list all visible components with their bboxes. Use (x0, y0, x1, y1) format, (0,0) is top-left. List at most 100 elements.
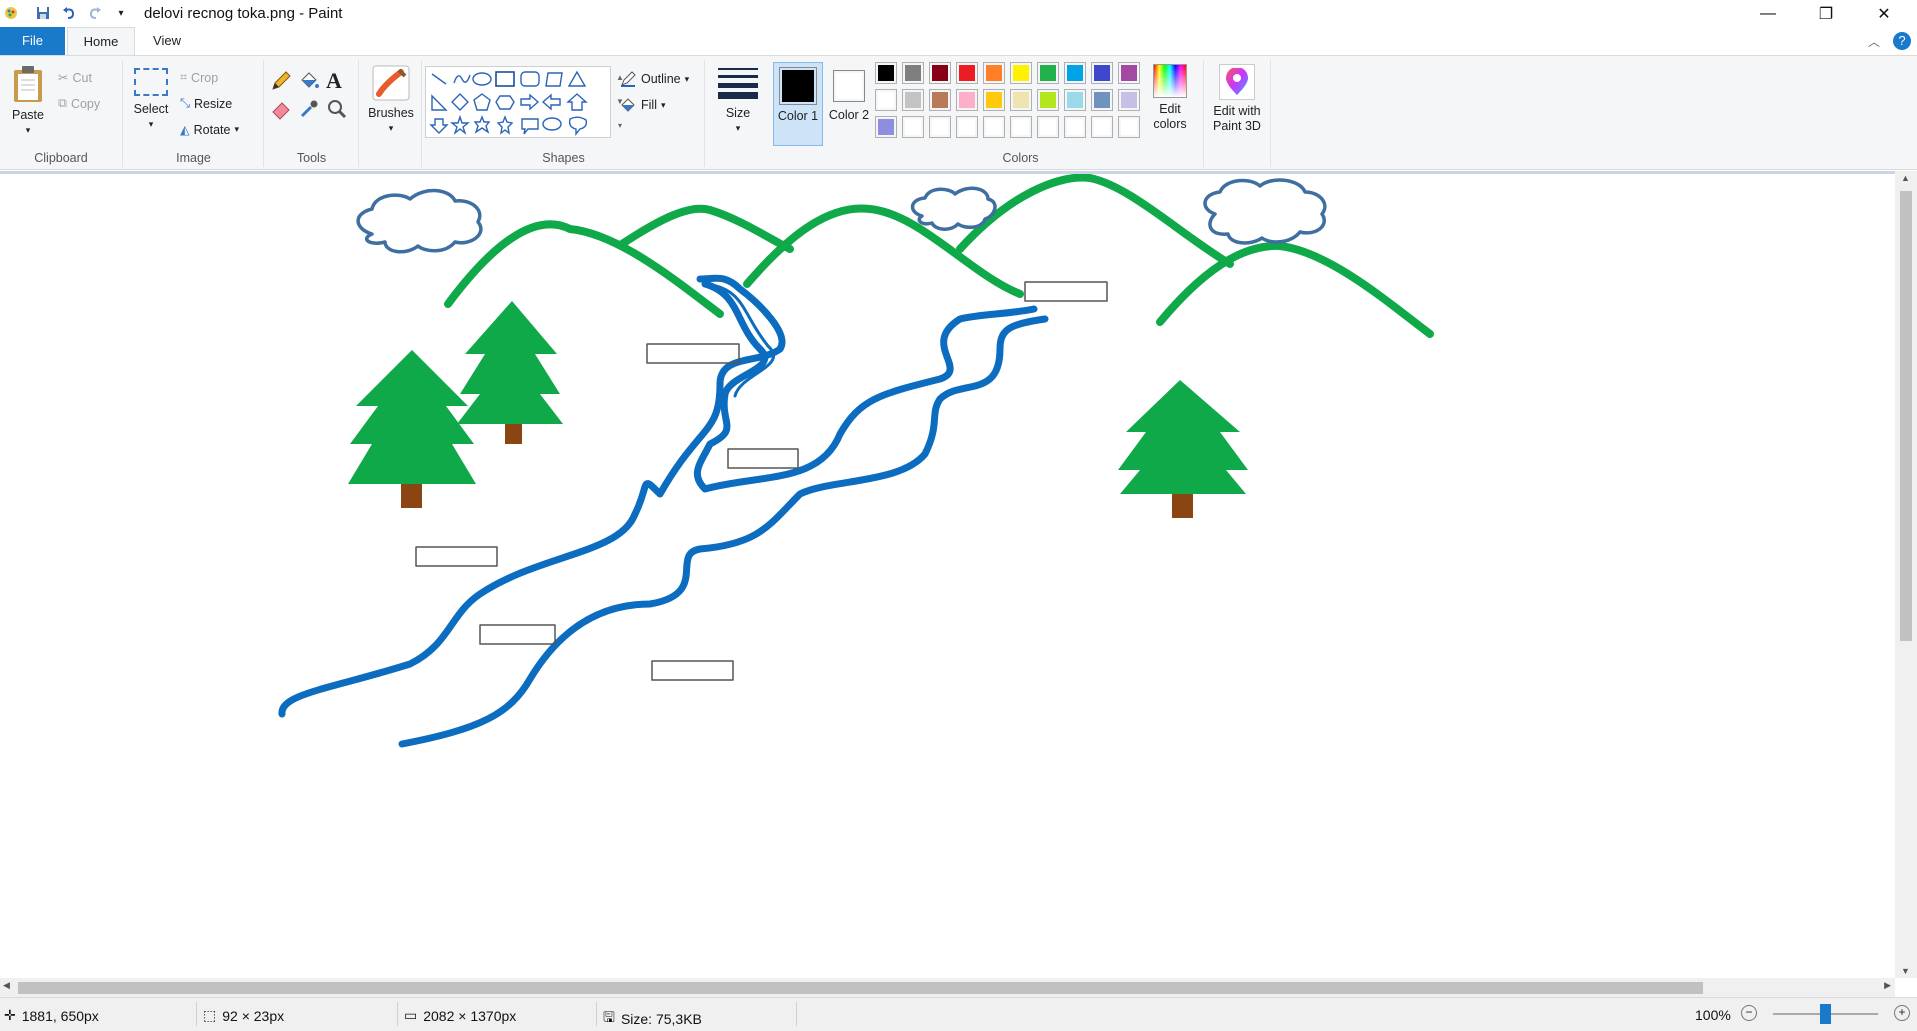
fill-bucket-icon[interactable] (298, 70, 320, 95)
size-button[interactable]: Size ▾ (714, 64, 762, 136)
copy-button[interactable]: ⧉ Copy (58, 96, 100, 111)
palette-swatch[interactable] (929, 62, 951, 84)
select-button[interactable]: Select ▾ (128, 66, 174, 132)
undo-icon[interactable] (60, 4, 78, 22)
shapes-group-label: Shapes (542, 151, 585, 165)
label-box-6 (651, 660, 734, 681)
palette-swatch[interactable] (956, 62, 978, 84)
vertical-scroll-thumb[interactable] (1900, 191, 1912, 641)
horizontal-scrollbar[interactable]: ◀ ▶ (0, 978, 1895, 997)
palette-swatch[interactable] (1118, 116, 1140, 138)
palette-swatch[interactable] (1037, 62, 1059, 84)
palette-swatch[interactable] (1091, 116, 1113, 138)
selection-size: ⬚ 92 × 23px (203, 1007, 284, 1024)
text-tool-icon[interactable]: A (326, 68, 342, 94)
zoom-level: 100% (1695, 1007, 1731, 1023)
brush-icon (372, 65, 410, 101)
palette-swatch[interactable] (1010, 116, 1032, 138)
edit-colors-button[interactable]: Edit colors (1145, 64, 1195, 132)
brushes-dropdown-icon[interactable]: ▾ (364, 121, 418, 136)
eraser-icon[interactable] (270, 98, 292, 123)
customize-toolbar-icon[interactable]: ▾ (112, 4, 130, 22)
zoom-out-icon[interactable]: − (1741, 1005, 1757, 1021)
cursor-position-text: 1881, 650px (21, 1007, 99, 1024)
paste-button[interactable]: Paste ▾ (6, 64, 50, 138)
scroll-down-icon[interactable]: ▼ (1901, 966, 1910, 976)
palette-swatch[interactable] (1118, 62, 1140, 84)
crop-button[interactable]: ⌗ Crop (180, 70, 218, 85)
vertical-scrollbar[interactable]: ▲ ▼ (1895, 171, 1917, 978)
palette-swatch[interactable] (956, 89, 978, 111)
collapse-ribbon-icon[interactable]: ︿ (1868, 33, 1880, 50)
tab-view[interactable]: View (137, 27, 197, 55)
palette-swatch[interactable] (1118, 89, 1140, 111)
shapes-gallery[interactable] (425, 66, 611, 138)
zoom-slider-thumb[interactable] (1820, 1004, 1831, 1024)
palette-swatch[interactable] (1064, 89, 1086, 111)
tab-file[interactable]: File (0, 27, 65, 55)
palette-swatch[interactable] (983, 89, 1005, 111)
size-dropdown-icon[interactable]: ▾ (714, 121, 762, 136)
color2-button[interactable]: Color 2 (825, 62, 873, 146)
palette-swatch[interactable] (1064, 116, 1086, 138)
label-box-1 (646, 343, 740, 364)
palette-swatch[interactable] (983, 116, 1005, 138)
scroll-up-icon[interactable]: ▲ (1901, 173, 1910, 183)
outline-dropdown-icon: ▾ (684, 73, 690, 84)
palette-swatch[interactable] (1064, 62, 1086, 84)
palette-swatch[interactable] (875, 62, 897, 84)
palette-swatch[interactable] (902, 89, 924, 111)
fill-icon (619, 96, 637, 114)
palette-swatch[interactable] (1010, 62, 1032, 84)
color1-button[interactable]: Color 1 (773, 62, 823, 146)
outline-button[interactable]: Outline ▾ (619, 70, 689, 88)
palette-swatch[interactable] (1037, 89, 1059, 111)
edit-colors-label: Edit colors (1153, 102, 1187, 131)
label-box-2 (1024, 281, 1108, 302)
palette-swatch[interactable] (1010, 89, 1032, 111)
image-size-text: 2082 × 1370px (423, 1007, 517, 1024)
palette-swatch[interactable] (929, 116, 951, 138)
zoom-in-icon[interactable]: + (1894, 1005, 1910, 1021)
edit-with-paint3d-button[interactable]: Edit with Paint 3D (1206, 64, 1268, 134)
scroll-right-icon[interactable]: ▶ (1884, 980, 1891, 991)
shapes-gallery-icons (429, 70, 588, 136)
brushes-button[interactable]: Brushes ▾ (364, 64, 418, 136)
palette-swatch[interactable] (875, 116, 897, 138)
palette-swatch[interactable] (902, 62, 924, 84)
cut-button[interactable]: ✂ Cut (58, 70, 92, 86)
palette-swatch[interactable] (983, 62, 1005, 84)
magnifier-icon[interactable] (326, 98, 348, 123)
save-icon[interactable] (34, 4, 52, 22)
color-palette (875, 62, 1155, 144)
fill-label: Fill (641, 98, 657, 112)
close-button[interactable]: ✕ (1861, 0, 1907, 27)
fill-button[interactable]: Fill ▾ (619, 96, 666, 114)
palette-swatch[interactable] (929, 89, 951, 111)
paint-app-icon (2, 4, 20, 22)
paste-label: Paste (12, 108, 44, 122)
select-rectangle-icon (134, 68, 168, 96)
horizontal-scroll-thumb[interactable] (18, 982, 1703, 994)
palette-swatch[interactable] (1091, 89, 1113, 111)
palette-swatch[interactable] (902, 116, 924, 138)
palette-swatch[interactable] (1037, 116, 1059, 138)
help-icon[interactable]: ? (1893, 32, 1911, 50)
select-dropdown-icon[interactable]: ▾ (128, 117, 174, 132)
mountain-2 (618, 204, 794, 253)
pencil-icon[interactable] (270, 70, 292, 95)
color-picker-icon[interactable] (298, 98, 320, 123)
resize-button[interactable]: ⤡ Resize (180, 96, 232, 111)
drawing-canvas[interactable] (0, 173, 1895, 978)
paste-dropdown-icon[interactable]: ▾ (6, 123, 50, 138)
rotate-button[interactable]: ◭ Rotate ▾ (180, 122, 239, 138)
tab-home[interactable]: Home (67, 27, 135, 55)
scissors-icon: ✂ (58, 71, 69, 85)
minimize-button[interactable]: — (1745, 0, 1791, 27)
redo-icon[interactable] (86, 4, 104, 22)
palette-swatch[interactable] (956, 116, 978, 138)
scroll-left-icon[interactable]: ◀ (3, 980, 10, 991)
palette-swatch[interactable] (875, 89, 897, 111)
palette-swatch[interactable] (1091, 62, 1113, 84)
restore-button[interactable]: ❐ (1803, 0, 1849, 27)
